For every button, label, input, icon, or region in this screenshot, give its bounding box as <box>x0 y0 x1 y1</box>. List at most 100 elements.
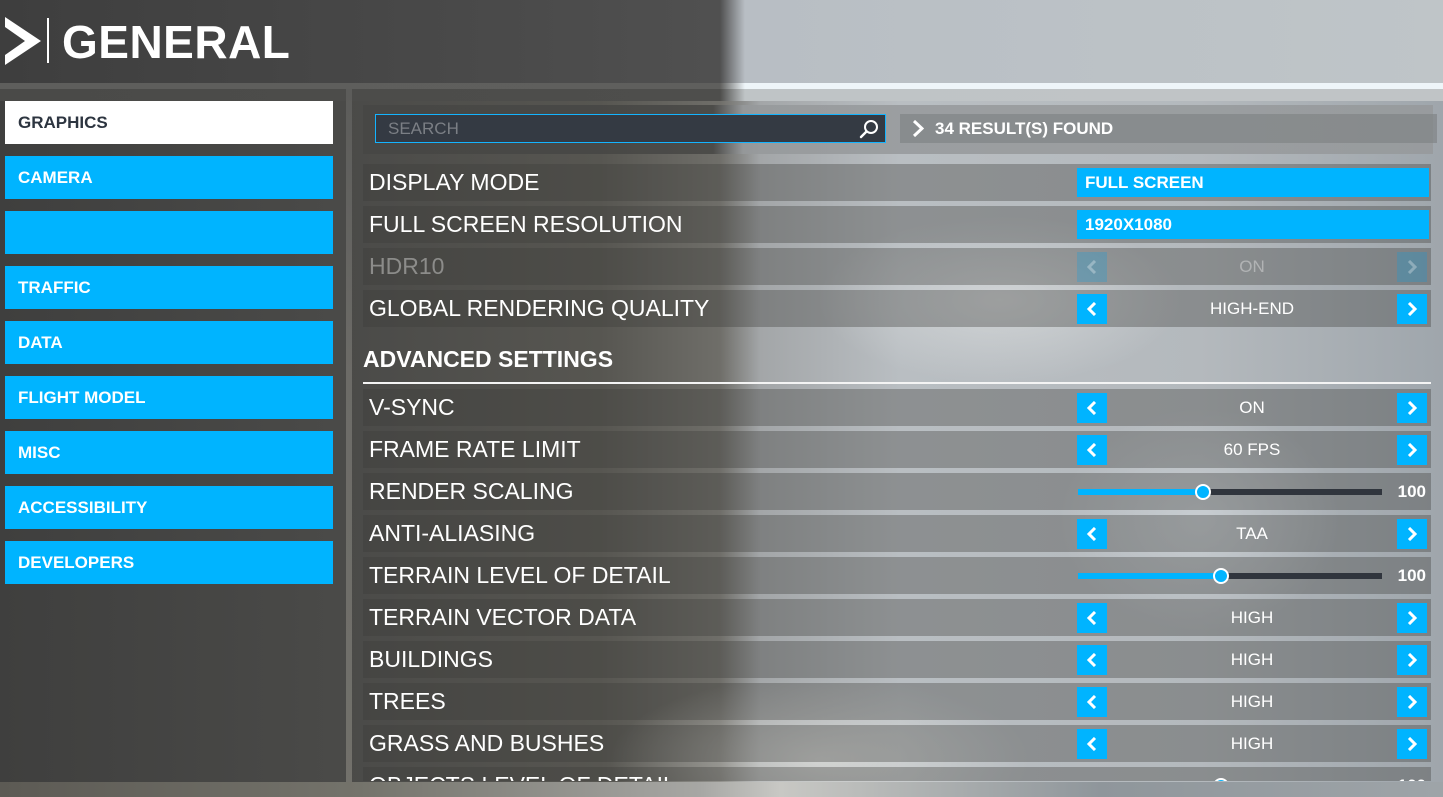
setting-label: DISPLAY MODE <box>369 169 540 195</box>
sidebar-item-graphics[interactable]: GRAPHICS <box>5 101 333 144</box>
setting-frame-rate-limit: FRAME RATE LIMIT 60 FPS <box>363 431 1431 468</box>
hdr10-prev-button[interactable] <box>1077 252 1107 282</box>
setting-label: GRASS AND BUSHES <box>369 730 605 756</box>
terrain-lod-slider[interactable] <box>1078 568 1382 584</box>
title-separator <box>47 18 49 63</box>
terrain-vector-prev-button[interactable] <box>1077 603 1107 633</box>
render-scaling-value: 100 <box>1397 482 1426 501</box>
setting-label: GLOBAL RENDERING QUALITY <box>369 295 710 321</box>
chevron-right-icon <box>1407 443 1418 457</box>
trees-value: HIGH <box>1230 692 1274 711</box>
section-divider <box>363 382 1431 384</box>
chevron-right-icon <box>1407 653 1418 667</box>
slider-thumb[interactable] <box>1213 568 1229 584</box>
setting-display-mode: DISPLAY MODE FULL SCREEN <box>363 164 1431 201</box>
slider-thumb[interactable] <box>1213 778 1229 781</box>
sidebar-item-data[interactable]: DATA <box>5 321 333 364</box>
terrain-lod-value: 100 <box>1397 566 1426 585</box>
vsync-value: ON <box>1239 398 1265 417</box>
buildings-next-button[interactable] <box>1397 645 1427 675</box>
setting-global-rendering-quality: GLOBAL RENDERING QUALITY HIGH-END <box>363 290 1431 327</box>
page-title: GENERAL <box>62 16 291 68</box>
setting-grass-and-bushes: GRASS AND BUSHES HIGH <box>363 725 1431 762</box>
objects-lod-value: 100 <box>1388 767 1426 781</box>
setting-label: OBJECTS LEVEL OF DETAIL <box>369 767 676 781</box>
buildings-value: HIGH <box>1230 650 1274 669</box>
setting-label: HDR10 <box>369 253 445 279</box>
vsync-prev-button[interactable] <box>1077 393 1107 423</box>
setting-full-screen-resolution: FULL SCREEN RESOLUTION 1920X1080 <box>363 206 1431 243</box>
grass-prev-button[interactable] <box>1077 729 1107 759</box>
settings-list: DISPLAY MODE FULL SCREEN FULL SCREEN RES… <box>363 101 1443 781</box>
setting-terrain-vector-data: TERRAIN VECTOR DATA HIGH <box>363 599 1431 636</box>
setting-label: FRAME RATE LIMIT <box>369 436 581 462</box>
chevron-right-icon <box>1407 260 1418 274</box>
chevron-left-icon <box>1086 527 1097 541</box>
sidebar-item-blank[interactable] <box>5 211 333 254</box>
anti-aliasing-prev-button[interactable] <box>1077 519 1107 549</box>
sidebar-item-flight-model[interactable]: FLIGHT MODEL <box>5 376 333 419</box>
chevron-right-icon <box>1407 611 1418 625</box>
chevron-right-icon <box>1407 527 1418 541</box>
buildings-prev-button[interactable] <box>1077 645 1107 675</box>
chevron-left-icon <box>1086 443 1097 457</box>
hdr10-value: ON <box>1239 257 1265 276</box>
setting-anti-aliasing: ANTI-ALIASING TAA <box>363 515 1431 552</box>
setting-objects-lod: OBJECTS LEVEL OF DETAIL 100 <box>363 767 1431 781</box>
sidebar-item-accessibility[interactable]: ACCESSIBILITY <box>5 486 333 529</box>
chevron-left-icon <box>1086 302 1097 316</box>
chevron-left-icon <box>1086 653 1097 667</box>
display-mode-dropdown[interactable]: FULL SCREEN <box>1077 168 1429 197</box>
setting-label: FULL SCREEN RESOLUTION <box>369 211 683 237</box>
section-header-advanced: ADVANCED SETTINGS <box>363 346 614 372</box>
sidebar-scrollbar[interactable] <box>346 89 352 797</box>
hdr10-next-button[interactable] <box>1397 252 1427 282</box>
grass-value: HIGH <box>1230 734 1274 753</box>
frame-rate-value: 60 FPS <box>1223 440 1281 459</box>
sidebar-item-misc[interactable]: MISC <box>5 431 333 474</box>
slider-fill <box>1078 573 1221 579</box>
setting-label: RENDER SCALING <box>369 478 574 504</box>
bottom-edge <box>0 782 1443 797</box>
trees-prev-button[interactable] <box>1077 687 1107 717</box>
setting-label: TERRAIN VECTOR DATA <box>369 604 637 630</box>
chevron-right-icon <box>1407 302 1418 316</box>
quality-prev-button[interactable] <box>1077 294 1107 324</box>
anti-aliasing-value: TAA <box>1236 524 1268 543</box>
setting-terrain-lod: TERRAIN LEVEL OF DETAIL 100 <box>363 557 1431 594</box>
setting-v-sync: V-SYNC ON <box>363 389 1431 426</box>
sidebar-item-developers[interactable]: DEVELOPERS <box>5 541 333 584</box>
setting-render-scaling: RENDER SCALING 100 <box>363 473 1431 510</box>
terrain-vector-next-button[interactable] <box>1397 603 1427 633</box>
chevron-right-logo-icon <box>5 17 41 65</box>
trees-next-button[interactable] <box>1397 687 1427 717</box>
sidebar-item-camera[interactable]: CAMERA <box>5 156 333 199</box>
chevron-left-icon <box>1086 401 1097 415</box>
chevron-left-icon <box>1086 737 1097 751</box>
chevron-right-icon <box>1407 695 1418 709</box>
setting-hdr10: HDR10 ON <box>363 248 1431 285</box>
setting-trees: TREES HIGH <box>363 683 1431 720</box>
setting-label: ANTI-ALIASING <box>369 520 536 546</box>
objects-lod-slider[interactable] <box>1078 778 1382 781</box>
quality-value: HIGH-END <box>1209 299 1295 318</box>
chevron-right-icon <box>1407 737 1418 751</box>
grass-next-button[interactable] <box>1397 729 1427 759</box>
chevron-left-icon <box>1086 611 1097 625</box>
vsync-next-button[interactable] <box>1397 393 1427 423</box>
anti-aliasing-next-button[interactable] <box>1397 519 1427 549</box>
sidebar-item-traffic[interactable]: TRAFFIC <box>5 266 333 309</box>
setting-label: TREES <box>369 688 446 714</box>
setting-label: BUILDINGS <box>369 646 493 672</box>
frame-rate-prev-button[interactable] <box>1077 435 1107 465</box>
terrain-vector-value: HIGH <box>1230 608 1274 627</box>
frame-rate-next-button[interactable] <box>1397 435 1427 465</box>
chevron-right-icon <box>1407 401 1418 415</box>
quality-next-button[interactable] <box>1397 294 1427 324</box>
resolution-dropdown[interactable]: 1920X1080 <box>1077 210 1429 239</box>
setting-label: V-SYNC <box>369 394 455 420</box>
slider-thumb[interactable] <box>1195 484 1211 500</box>
setting-buildings: BUILDINGS HIGH <box>363 641 1431 678</box>
render-scaling-slider[interactable] <box>1078 484 1382 500</box>
setting-label: TERRAIN LEVEL OF DETAIL <box>369 562 671 588</box>
